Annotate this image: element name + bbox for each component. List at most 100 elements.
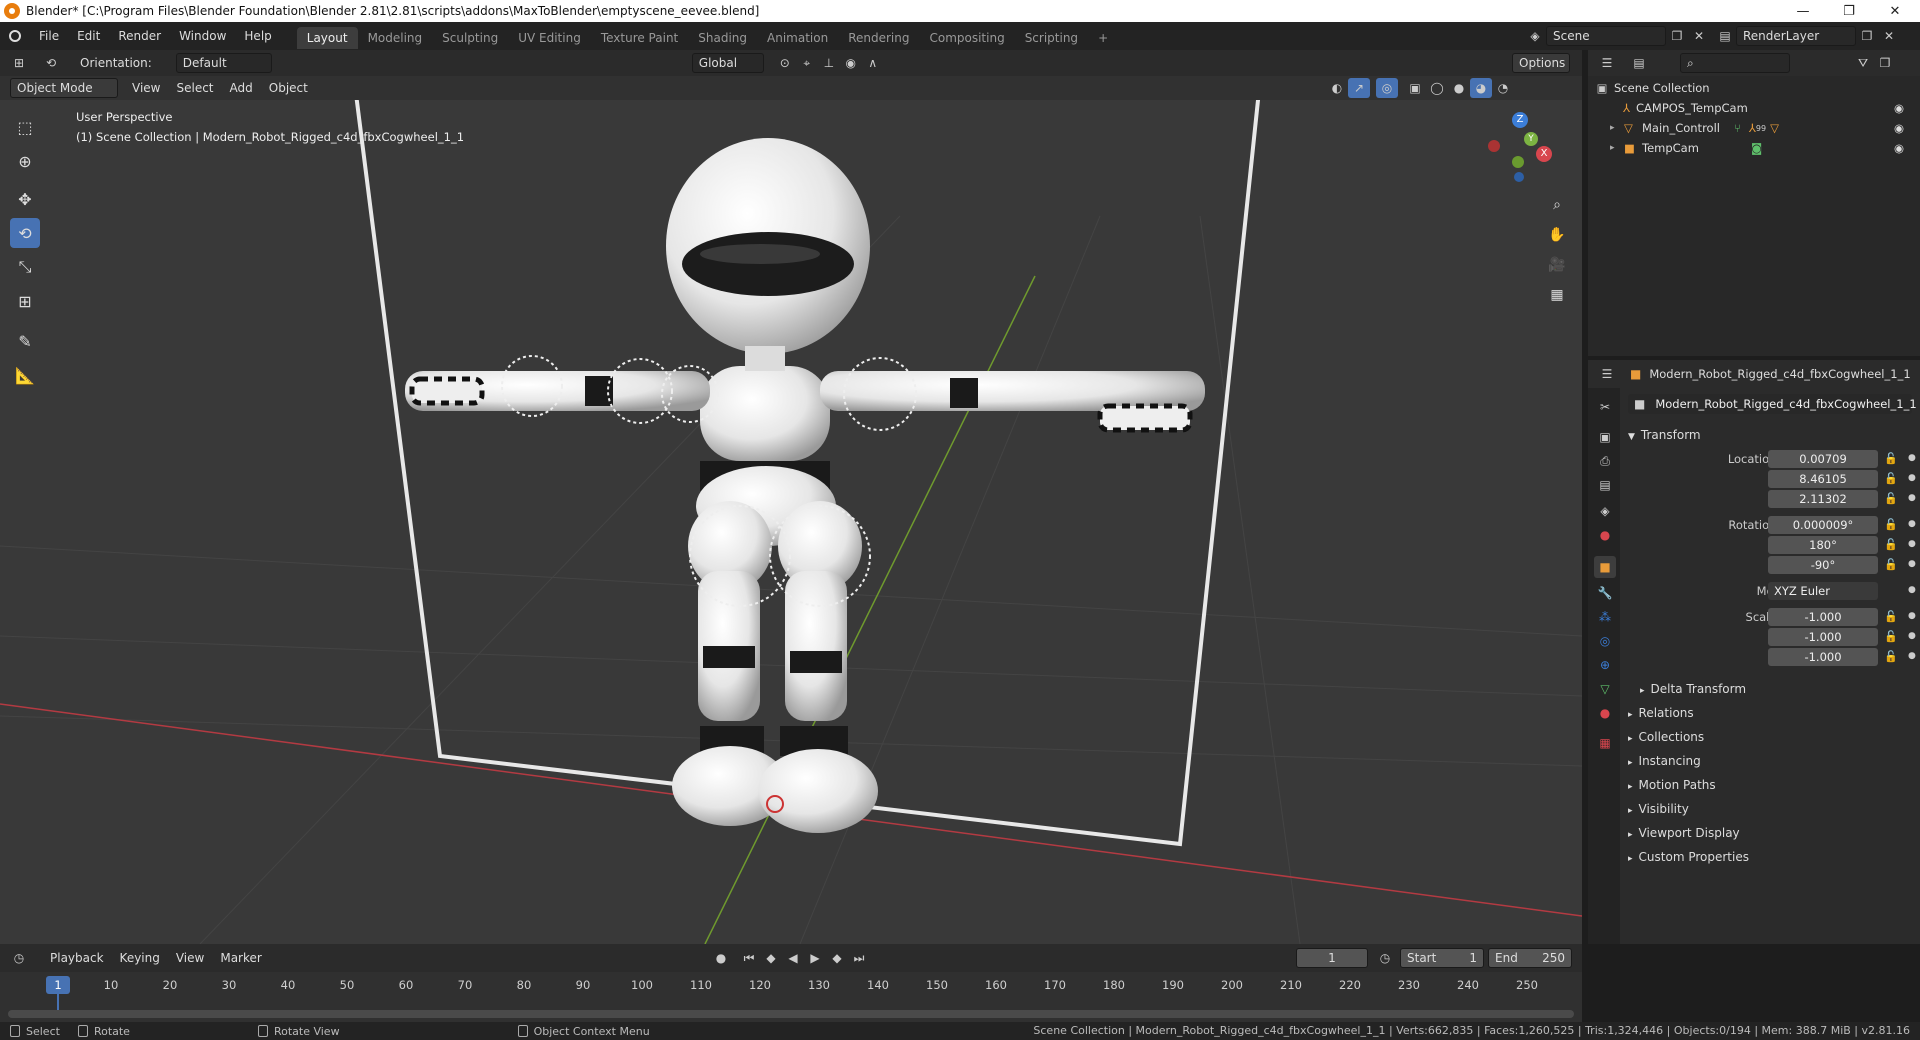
pan-hand-icon[interactable]: ✋ — [1544, 222, 1570, 248]
transform-orientation-dropdown[interactable]: Global — [691, 53, 764, 73]
options-dropdown[interactable]: Options — [1512, 53, 1570, 73]
menu-view[interactable]: View — [124, 81, 168, 95]
render-tab-icon[interactable]: ▣ — [1594, 426, 1616, 448]
3d-viewport[interactable]: User Perspective (1) Scene Collection | … — [0, 76, 1582, 944]
gizmo-y-axis[interactable]: Y — [1524, 132, 1538, 146]
section-relations[interactable]: ▸ Relations — [1628, 706, 1694, 720]
tab-scripting[interactable]: Scripting — [1015, 27, 1088, 49]
zoom-icon[interactable]: ⌕ — [1544, 192, 1570, 218]
solid-shading-icon[interactable]: ● — [1448, 78, 1470, 98]
rotation-y-field[interactable]: 180° — [1768, 536, 1878, 554]
visibility-eye-icon[interactable]: ◉ — [1894, 141, 1904, 155]
blender-menu-icon[interactable] — [0, 30, 30, 42]
scale-tool[interactable]: ⤡ — [10, 252, 40, 282]
gizmo-z-axis[interactable]: Z — [1512, 112, 1528, 128]
lock-icon[interactable]: 🔓 — [1884, 538, 1898, 551]
keyframe-dot[interactable]: ● — [1908, 473, 1916, 483]
new-layer-icon[interactable]: ❐ — [1856, 26, 1878, 46]
tab-layout[interactable]: Layout — [296, 26, 358, 49]
move-tool[interactable]: ✥ — [10, 184, 40, 214]
pivot-point-icon[interactable]: ⊙ — [774, 53, 796, 73]
material-shading-icon[interactable]: ◕ — [1470, 78, 1492, 98]
section-motion-paths[interactable]: ▸ Motion Paths — [1628, 778, 1716, 792]
camera-view-icon[interactable]: 🎥 — [1544, 252, 1570, 278]
lock-icon[interactable]: 🔓 — [1884, 610, 1898, 623]
outliner-item-main-controll[interactable]: ▸ ▽ Main_Controll ⑂ ⅄ 99 ▽ ◉ — [1588, 118, 1920, 138]
physics-tab-icon[interactable]: ◎ — [1594, 630, 1616, 652]
gizmo-neg-z[interactable] — [1514, 172, 1524, 182]
world-tab-icon[interactable]: ● — [1594, 524, 1616, 546]
keyframe-dot[interactable]: ● — [1908, 585, 1916, 595]
editor-type-icon[interactable]: ⊞ — [8, 53, 30, 73]
timeline-editor-icon[interactable]: ◷ — [8, 948, 30, 968]
menu-render[interactable]: Render — [109, 22, 170, 50]
remove-layer-icon[interactable]: ✕ — [1878, 26, 1900, 46]
keyframe-dot[interactable]: ● — [1908, 611, 1916, 621]
expand-arrow-icon[interactable]: ▸ — [1610, 123, 1624, 133]
location-x-field[interactable]: 0.00709 — [1768, 450, 1878, 468]
restore-button[interactable]: ❐ — [1826, 0, 1872, 22]
ortho-toggle-icon[interactable]: ▦ — [1544, 282, 1570, 308]
proportional-edit-icon[interactable]: ◉ — [840, 53, 862, 73]
tab-uv-editing[interactable]: UV Editing — [508, 27, 591, 49]
remove-scene-icon[interactable]: ✕ — [1688, 26, 1710, 46]
minimize-button[interactable]: — — [1780, 0, 1826, 22]
tab-sculpting[interactable]: Sculpting — [432, 27, 508, 49]
lock-icon[interactable]: 🔓 — [1884, 472, 1898, 485]
lock-icon[interactable]: 🔓 — [1884, 518, 1898, 531]
menu-file[interactable]: File — [30, 22, 68, 50]
location-z-field[interactable]: 2.11302 — [1768, 490, 1878, 508]
lock-icon[interactable]: 🔓 — [1884, 452, 1898, 465]
outliner-editor-icon[interactable]: ☰ — [1596, 53, 1618, 73]
menu-keying[interactable]: Keying — [112, 951, 168, 965]
wireframe-shading-icon[interactable]: ◯ — [1426, 78, 1448, 98]
lock-icon[interactable]: 🔓 — [1884, 630, 1898, 643]
delta-transform-subpanel[interactable]: ▸ Delta Transform — [1640, 682, 1746, 696]
keyframe-dot[interactable]: ● — [1908, 453, 1916, 463]
render-layer-selector[interactable]: RenderLayer — [1736, 26, 1856, 46]
object-tab-icon[interactable]: ■ — [1594, 556, 1616, 578]
menu-object[interactable]: Object — [261, 81, 316, 95]
end-frame-field[interactable]: End 250 — [1488, 948, 1572, 968]
outliner-root[interactable]: ▣ Scene Collection — [1588, 78, 1920, 98]
expand-arrow-icon[interactable]: ▸ — [1610, 143, 1624, 153]
snap-icon[interactable]: ⌖ — [796, 53, 818, 73]
keyframe-dot[interactable]: ● — [1908, 493, 1916, 503]
particles-tab-icon[interactable]: ⁂ — [1594, 606, 1616, 628]
section-custom-properties[interactable]: ▸ Custom Properties — [1628, 850, 1749, 864]
timeline-track[interactable]: 1 10 20 30 40 50 60 70 80 90 100 110 120… — [0, 972, 1582, 1022]
timeline-scrollbar[interactable] — [8, 1010, 1574, 1018]
prev-keyframe-icon[interactable]: ◆ — [760, 948, 782, 968]
tab-animation[interactable]: Animation — [757, 27, 838, 49]
annotate-tool[interactable]: ✎ — [10, 326, 40, 356]
menu-timeline-view[interactable]: View — [168, 951, 212, 965]
snap-target-icon[interactable]: ⊥ — [818, 53, 840, 73]
playhead[interactable]: 1 — [46, 976, 70, 994]
new-scene-icon[interactable]: ❐ — [1666, 26, 1688, 46]
data-tab-icon[interactable]: ▽ — [1594, 678, 1616, 700]
section-collections[interactable]: ▸ Collections — [1628, 730, 1704, 744]
falloff-icon[interactable]: ∧ — [862, 53, 884, 73]
properties-editor-icon[interactable]: ☰ — [1596, 364, 1618, 384]
section-visibility[interactable]: ▸ Visibility — [1628, 802, 1689, 816]
menu-marker[interactable]: Marker — [212, 951, 269, 965]
scale-x-field[interactable]: -1.000 — [1768, 608, 1878, 626]
section-instancing[interactable]: ▸ Instancing — [1628, 754, 1701, 768]
outliner-item-tempcam[interactable]: ▸ ■ TempCam ◙ ◉ — [1588, 138, 1920, 158]
menu-edit[interactable]: Edit — [68, 22, 109, 50]
menu-help[interactable]: Help — [235, 22, 280, 50]
gizmo-x-axis[interactable]: X — [1536, 146, 1552, 162]
keyframe-dot[interactable]: ● — [1908, 651, 1916, 661]
rotate-tool[interactable]: ⟲ — [10, 218, 40, 248]
menu-playback[interactable]: Playback — [42, 951, 112, 965]
scene-selector[interactable]: Scene — [1546, 26, 1666, 46]
cursor-tool[interactable]: ⊕ — [10, 146, 40, 176]
rotation-z-field[interactable]: -90° — [1768, 556, 1878, 574]
tab-shading[interactable]: Shading — [688, 27, 757, 49]
record-icon[interactable]: ● — [710, 948, 732, 968]
visibility-eye-icon[interactable]: ◉ — [1894, 101, 1904, 115]
gizmo-toggle-icon[interactable]: ↗ — [1348, 78, 1370, 98]
output-tab-icon[interactable]: ⎙ — [1594, 450, 1616, 472]
location-y-field[interactable]: 8.46105 — [1768, 470, 1878, 488]
visibility-icon[interactable]: ◐ — [1326, 78, 1348, 98]
